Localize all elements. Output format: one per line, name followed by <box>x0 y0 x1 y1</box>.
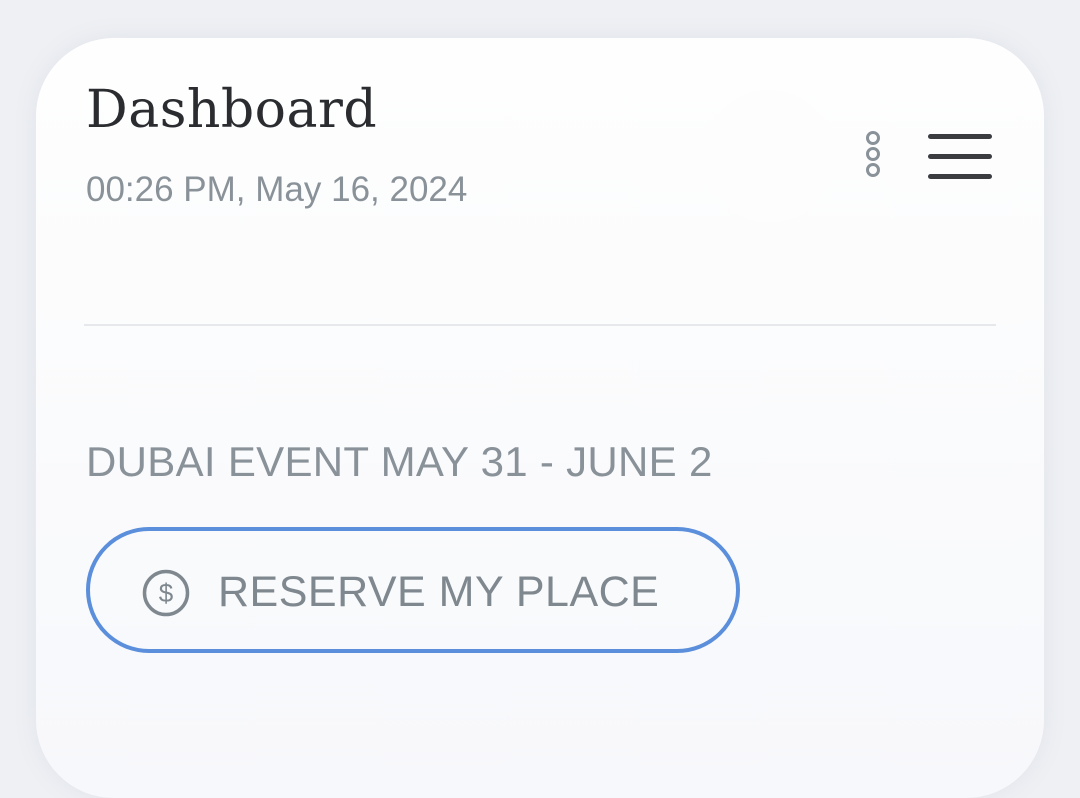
menu-button[interactable] <box>924 130 996 186</box>
more-options-button[interactable] <box>858 128 888 188</box>
timestamp: 00:26 PM, May 16, 2024 <box>86 170 468 209</box>
vertical-ellipsis-icon <box>866 131 880 177</box>
reserve-button-label: RESERVE MY PLACE <box>218 568 660 616</box>
dashboard-card: Dashboard 00:26 PM, May 16, 2024 DUBAI E… <box>36 38 1044 798</box>
reserve-my-place-button[interactable]: $ RESERVE MY PLACE <box>86 527 740 653</box>
avatar[interactable] <box>704 90 834 222</box>
event-title: DUBAI EVENT MAY 31 - JUNE 2 <box>86 438 713 485</box>
hamburger-menu-icon <box>928 134 992 179</box>
page-title: Dashboard <box>86 80 378 140</box>
divider <box>84 324 996 326</box>
dollar-circle-icon: $ <box>142 569 190 617</box>
svg-text:$: $ <box>159 578 174 608</box>
